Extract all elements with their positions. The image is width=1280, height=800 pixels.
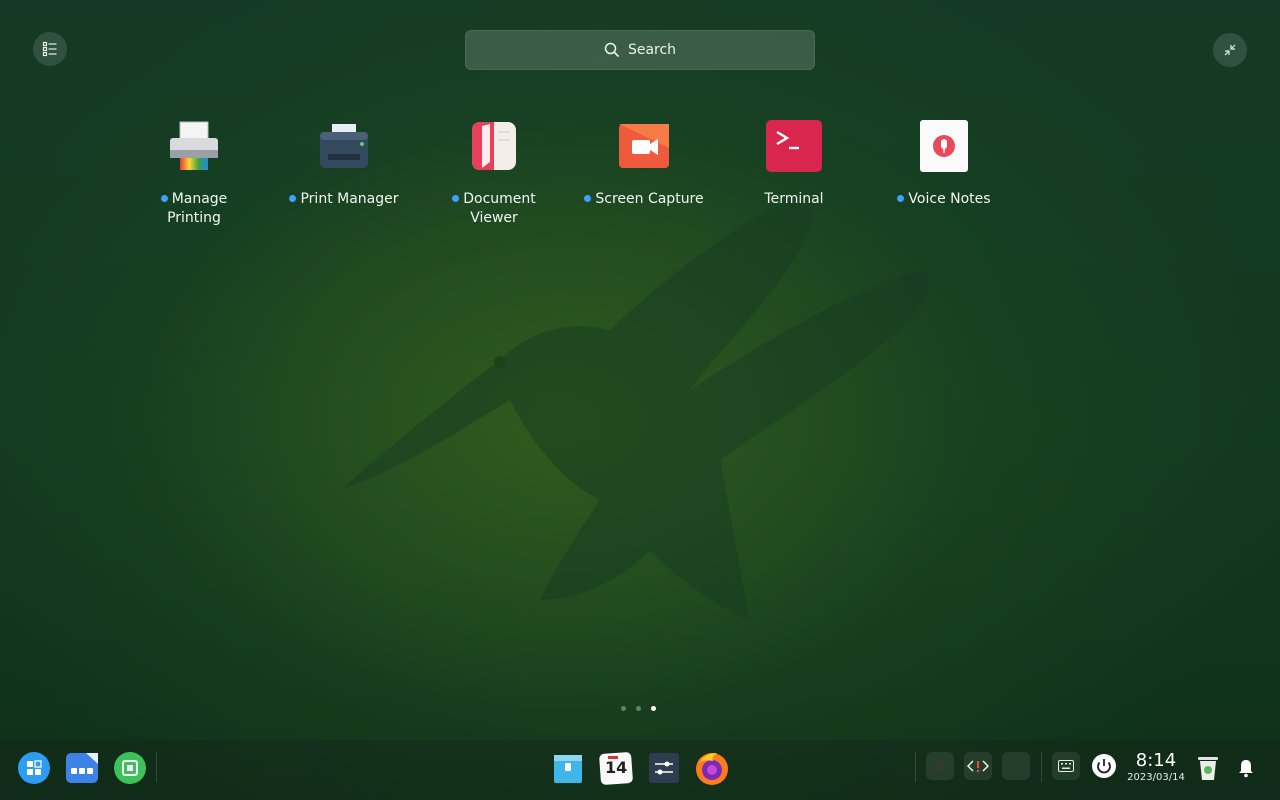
keyboard-icon [1058,760,1074,772]
screen-capture-icon [614,116,674,176]
multitask-view-button[interactable] [62,748,102,788]
notification-bell-icon [1239,760,1253,778]
new-badge [897,194,905,202]
firefox-button[interactable] [692,748,732,788]
app-store-button[interactable] [110,748,150,788]
collapse-icon [1224,44,1236,56]
search-placeholder: Search [627,42,677,58]
app-label: Terminal [764,191,824,207]
file-manager-button[interactable] [548,748,588,788]
trash-icon [1198,757,1218,780]
tray-app-button[interactable] [926,752,954,780]
multitask-view-icon [66,753,98,783]
code-dev-icon [967,760,989,773]
app-print-manager[interactable]: Print Manager [269,116,419,228]
app-label: Manage Printing [167,191,228,226]
app-label: Screen Capture [595,191,704,207]
voice-notes-icon [914,116,974,176]
app-document-viewer[interactable]: Document Viewer [419,116,569,228]
new-badge [584,194,592,202]
clock-time: 8:14 [1135,750,1177,771]
clock[interactable]: 8:14 2023/03/14 [1124,750,1188,784]
printer-color-icon [164,116,224,176]
page-dot-active[interactable] [651,706,656,711]
search-icon [604,42,620,58]
power-button[interactable] [1084,746,1124,786]
control-center-button[interactable] [644,748,684,788]
calendar-day: 14 [605,758,628,777]
new-badge [160,194,168,202]
search-box[interactable]: Search [465,30,815,70]
keyboard-button[interactable] [1052,752,1080,780]
dock-separator [915,752,916,782]
wallpaper-hummingbird [340,203,931,620]
new-badge [452,194,460,202]
app-grid: Manage Printing Print Manager Document V… [119,116,1019,228]
app-label: Document Viewer [463,191,536,226]
launcher-icon [18,752,50,784]
file-manager-icon [554,755,582,783]
dock-separator [156,752,157,782]
list-mode-button[interactable] [33,32,67,66]
calendar-button[interactable]: 14 [596,748,636,788]
launcher-button[interactable] [14,748,54,788]
exit-fullscreen-button[interactable] [1213,33,1247,67]
trash-button[interactable] [1188,748,1228,788]
dev-tool-button[interactable] [964,752,992,780]
tray-app-icon [935,759,945,773]
app-label: Print Manager [300,191,399,207]
app-terminal[interactable]: Terminal [719,116,869,228]
new-badge [289,194,297,202]
page-dot[interactable] [636,706,641,711]
list-view-icon [42,41,57,57]
page-dot[interactable] [621,706,626,711]
terminal-icon [764,116,824,176]
page-indicator [621,706,656,711]
firefox-icon [696,753,728,785]
print-manager-icon [314,116,374,176]
taskbar: 14 8:14 2023/03/14 [0,740,1280,800]
dock-separator [1041,752,1042,782]
app-store-icon [114,752,146,784]
app-voice-notes[interactable]: Voice Notes [869,116,1019,228]
document-viewer-icon [464,116,524,176]
app-manage-printing[interactable]: Manage Printing [119,116,269,228]
app-label: Voice Notes [908,191,991,207]
control-center-icon [649,753,679,783]
app-screen-capture[interactable]: Screen Capture [569,116,719,228]
tray-blank-button[interactable] [1002,752,1030,780]
clock-date: 2023/03/14 [1127,772,1185,783]
notifications-button[interactable] [1226,748,1266,788]
power-icon [1092,754,1116,778]
